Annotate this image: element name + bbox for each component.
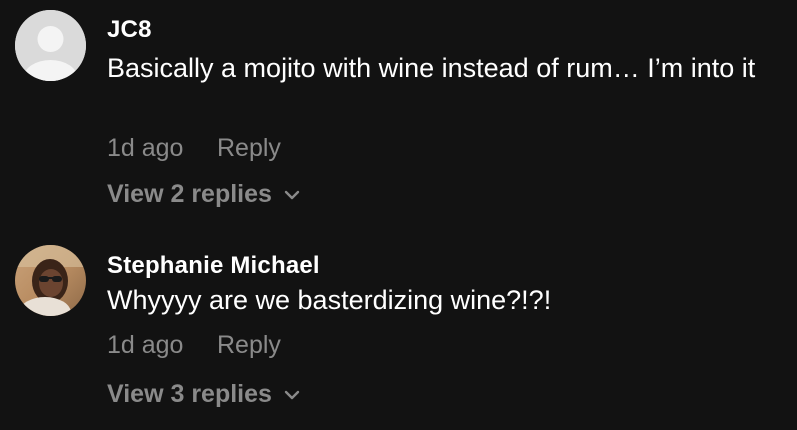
comment-item: Stephanie Michael Whyyyy are we basterdi… [0,225,797,430]
profile-photo [15,245,86,316]
comment-username[interactable]: JC8 [107,16,152,44]
comment-text: Basically a mojito with wine instead of … [107,53,756,83]
chevron-down-icon [284,390,300,399]
view-replies-label: View 2 replies [107,180,272,208]
chevron-down-icon [284,190,300,199]
comment-meta: 1d ago Reply [107,134,281,163]
comment-item: JC8 Basically a mojito with wine instead… [0,0,797,225]
reply-button[interactable]: Reply [217,134,281,163]
comment-meta: 1d ago Reply [107,331,281,360]
view-replies-button[interactable]: View 2 replies [107,180,300,209]
view-replies-label: View 3 replies [107,380,272,408]
default-user-icon [15,10,86,81]
comment-timestamp: 1d ago [107,331,184,359]
avatar[interactable] [15,10,86,81]
comment-timestamp: 1d ago [107,134,184,162]
avatar[interactable] [15,245,86,316]
view-replies-button[interactable]: View 3 replies [107,380,300,409]
reply-button[interactable]: Reply [217,331,281,360]
comment-username[interactable]: Stephanie Michael [107,252,320,280]
comment-text: Whyyyy are we basterdizing wine?!?! [107,285,552,315]
